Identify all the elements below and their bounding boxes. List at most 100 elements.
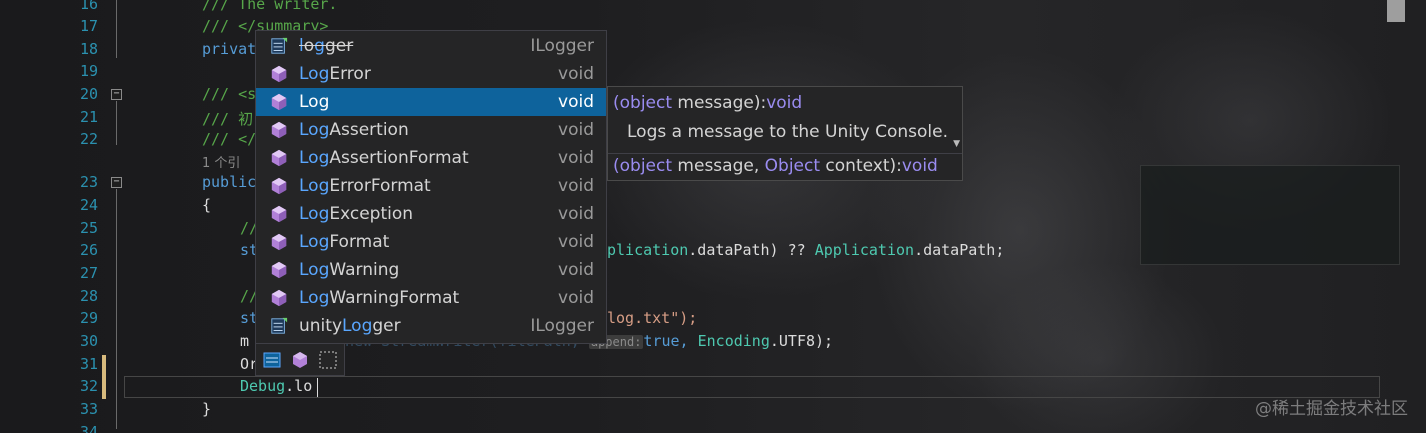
completion-label-part: Format [329, 232, 390, 252]
completion-label-part: Log [299, 204, 330, 224]
method-icon [270, 177, 288, 195]
completion-label-part: Log [299, 232, 330, 252]
completion-label-part: Log [299, 120, 330, 140]
line-number: 25 [79, 219, 98, 237]
collapse-toggle-icon[interactable]: − [111, 89, 122, 100]
collapse-toggle-icon[interactable]: − [111, 177, 122, 188]
completion-item-label: LogError [299, 64, 371, 84]
code-token: Encoding [697, 332, 770, 350]
completion-label-part: unity [299, 316, 342, 336]
fold-guide [116, 0, 117, 58]
completion-label-part: ger [372, 316, 401, 336]
line-number: 18 [79, 40, 98, 58]
intellisense-completion-list[interactable]: logger ILogger LogError void Log void LogAsser… [255, 30, 607, 344]
line-number: 33 [79, 400, 98, 418]
method-icon [270, 289, 288, 307]
line-number: 26 [79, 241, 98, 259]
code-line-current: Debug.lo [240, 377, 312, 395]
signature-help-tooltip: (object message):void Logs a message to … [607, 86, 963, 181]
vertical-scrollbar[interactable] [1386, 0, 1406, 433]
text-caret [317, 378, 318, 397]
code-line: m [240, 332, 250, 350]
completion-item-type: void [558, 120, 594, 140]
code-line-26: plication.dataPath) ?? Application.dataP… [607, 241, 1004, 259]
completion-item-type: void [558, 92, 594, 112]
change-indicator-bar [102, 355, 106, 399]
artwork-screen-panel [1140, 165, 1400, 265]
reference-count-lens[interactable]: 1 个引 [202, 152, 240, 171]
completion-item[interactable]: LogWarningFormat void [256, 284, 606, 312]
methods-filter-icon[interactable] [290, 350, 310, 370]
line-number: 31 [79, 355, 98, 373]
completion-label-part: Log [342, 316, 373, 336]
completion-item-label: LogWarning [299, 260, 399, 280]
completion-item-type: void [558, 232, 594, 252]
sig-token: message, [672, 156, 765, 176]
completion-label-part: Log [299, 148, 330, 168]
completion-label-part: Log [299, 288, 330, 308]
field-icon [270, 37, 288, 55]
line-number: 21 [79, 108, 98, 126]
sig-token: Object [764, 156, 821, 176]
completion-label-part: Log [299, 260, 330, 280]
code-token: .lo [285, 377, 313, 395]
completion-item-type: void [558, 148, 594, 168]
completion-item-type: void [558, 176, 594, 196]
line-number: 30 [79, 332, 98, 350]
method-icon [270, 149, 288, 167]
completion-item-label: LogAssertion [299, 120, 409, 140]
completion-item[interactable]: LogError void [256, 60, 606, 88]
completion-filter-bar [255, 344, 345, 376]
code-line: /// </ [202, 130, 257, 148]
completion-label-part: Error [329, 64, 371, 84]
completion-item[interactable]: LogAssertion void [256, 116, 606, 144]
completion-item[interactable]: LogException void [256, 200, 606, 228]
completion-label-part: ErrorFormat [329, 176, 431, 196]
completion-item[interactable]: Log void [256, 88, 606, 116]
signature-overload-2[interactable]: (object message, Object context):void [613, 156, 938, 176]
line-number: 20 [79, 85, 98, 103]
line-number-gutter: 16 17 18 19 20 21 22 23 24 25 26 27 28 2… [0, 0, 100, 433]
completion-item-label: LogException [299, 204, 413, 224]
line-number: 27 [79, 264, 98, 282]
completion-item[interactable]: LogErrorFormat void [256, 172, 606, 200]
completion-label-part: Exception [329, 204, 414, 224]
completion-label-part: o [303, 36, 315, 56]
code-line: privat [202, 40, 257, 58]
field-icon [270, 317, 288, 335]
method-icon [270, 205, 288, 223]
line-number: 19 [79, 62, 98, 80]
completion-item-label: LogAssertionFormat [299, 148, 469, 168]
fold-guide [116, 101, 117, 145]
code-token: Debug [240, 377, 286, 395]
scrollbar-thumb[interactable] [1387, 0, 1405, 22]
sig-token: (object [613, 93, 673, 113]
sig-token: context): [820, 156, 902, 176]
completion-item[interactable]: logger ILogger [256, 32, 606, 60]
line-number: 29 [79, 309, 98, 327]
expand-arrow-icon[interactable]: ▼ [953, 139, 960, 149]
sig-token: (object [613, 156, 673, 176]
completion-item-label: Log [299, 92, 329, 112]
code-token: true, [643, 332, 698, 350]
completion-label-part: WarningFormat [329, 288, 460, 308]
completion-item[interactable]: unityLogger ILogger [256, 312, 606, 340]
code-line: /// <s [202, 85, 257, 103]
sig-token: void [766, 93, 803, 113]
completion-item[interactable]: LogWarning void [256, 256, 606, 284]
completion-item[interactable]: LogFormat void [256, 228, 606, 256]
line-number: 28 [79, 287, 98, 305]
completion-label-part: Log [299, 92, 330, 112]
code-token: .UTF8); [769, 332, 834, 350]
line-number: 16 [79, 0, 98, 13]
signature-overload-1[interactable]: (object message):void [613, 93, 802, 113]
line-number: 34 [79, 423, 98, 433]
fold-guide [116, 189, 117, 429]
line-number: 17 [79, 17, 98, 35]
completion-item-type: void [558, 64, 594, 84]
more-filters-icon[interactable] [318, 350, 338, 370]
fields-filter-icon[interactable] [262, 350, 282, 370]
completion-item[interactable]: LogAssertionFormat void [256, 144, 606, 172]
completion-item-type: void [558, 204, 594, 224]
code-token: .dataPath; [914, 241, 1005, 259]
